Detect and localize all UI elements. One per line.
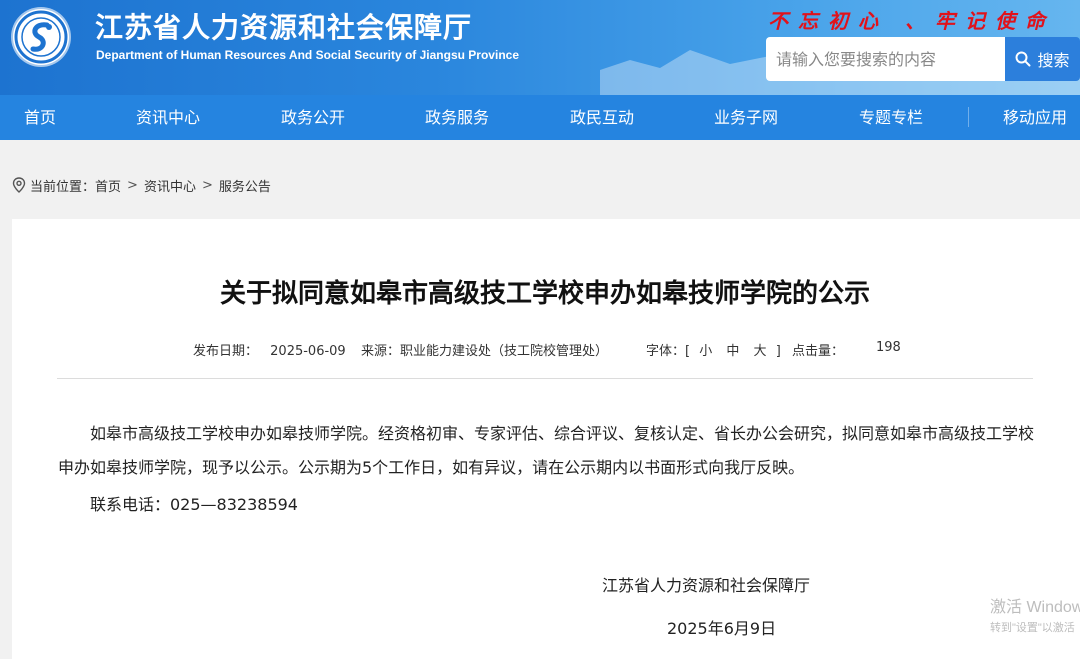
nav-item-public-affairs[interactable]: 政务公开 xyxy=(281,95,345,140)
publish-date-label: 发布日期： xyxy=(193,344,259,359)
hit-count: 点击量： xyxy=(792,340,844,359)
contact-phone: 联系电话：025—83238594 xyxy=(90,495,298,514)
main-nav: 首页 资讯中心 政务公开 政务服务 政民互动 业务子网 专题专栏 移动应用 xyxy=(0,95,1080,140)
font-medium-button[interactable]: 中 xyxy=(726,344,739,359)
search-button[interactable]: 搜索 xyxy=(1005,37,1080,81)
hit-count-label: 点击量： xyxy=(792,344,845,359)
signature-org: 江苏省人力资源和社会保障厅 xyxy=(602,576,811,595)
nav-item-topics[interactable]: 专题专栏 xyxy=(859,95,923,140)
site-subtitle: Department of Human Resources And Social… xyxy=(96,48,519,62)
nav-item-home[interactable]: 首页 xyxy=(24,95,56,140)
breadcrumb-news[interactable]: 资讯中心 xyxy=(144,176,196,195)
watermark-line1: 激活 Window xyxy=(990,599,1080,616)
logo-emblem-icon xyxy=(14,10,68,64)
search-icon xyxy=(1015,51,1031,67)
search-box: 搜索 xyxy=(766,37,1080,81)
source-value: 职业能力建设处（技工院校管理处） xyxy=(400,344,609,359)
font-size-control: 字体：[ 小 中 大 ] xyxy=(646,340,781,359)
breadcrumb-separator: > xyxy=(201,177,213,193)
font-small-button[interactable]: 小 xyxy=(699,344,712,359)
article-body: 如皋市高级技工学校申办如皋技师学院。经资格初审、专家评估、综合评议、复核认定、省… xyxy=(58,424,1035,477)
meta-divider xyxy=(57,378,1033,379)
search-input[interactable] xyxy=(766,37,1005,81)
source-label: 来源： xyxy=(361,344,401,359)
publish-date-value: 2025-06-09 xyxy=(270,344,346,359)
breadcrumb-home[interactable]: 首页 xyxy=(95,176,121,195)
site-header: 江苏省人力资源和社会保障厅 Department of Human Resour… xyxy=(0,0,1080,95)
breadcrumb-separator: > xyxy=(127,177,138,193)
font-size-label: 字体： xyxy=(646,344,686,359)
breadcrumb-prefix: 当前位置： xyxy=(30,179,96,195)
font-bracket-open: [ xyxy=(685,344,691,359)
activation-watermark: 激活 Window 转到"设置"以激活 xyxy=(990,593,1080,635)
hit-count-value: 198 xyxy=(876,340,901,355)
publish-date: 发布日期： 2025-06-09 xyxy=(193,340,346,359)
breadcrumb: 当前位置： 首页 > 资讯中心 > 服务公告 xyxy=(12,176,271,195)
article-source: 来源：职业能力建设处（技工院校管理处） xyxy=(361,340,608,359)
site-logo[interactable] xyxy=(13,9,69,65)
watermark-line2: 转到"设置"以激活 xyxy=(990,622,1075,634)
font-large-button[interactable]: 大 xyxy=(754,344,767,359)
search-button-label: 搜索 xyxy=(1037,51,1070,70)
nav-divider xyxy=(968,107,969,127)
breadcrumb-service-notice[interactable]: 服务公告 xyxy=(219,176,271,195)
nav-item-interaction[interactable]: 政民互动 xyxy=(570,95,634,140)
slogan: 不忘初心 、牢记使命 xyxy=(768,9,1055,33)
nav-item-mobile[interactable]: 移动应用 xyxy=(1003,95,1067,140)
location-pin-icon xyxy=(12,177,26,193)
nav-item-news[interactable]: 资讯中心 xyxy=(136,95,200,140)
site-title: 江苏省人力资源和社会保障厅 xyxy=(95,11,473,44)
nav-item-subsites[interactable]: 业务子网 xyxy=(714,95,778,140)
article-title: 关于拟同意如皋市高级技工学校申办如皋技师学院的公示 xyxy=(219,279,870,309)
nav-item-gov-services[interactable]: 政务服务 xyxy=(425,95,489,140)
font-bracket-close: ] xyxy=(775,344,781,359)
signature-date: 2025年6月9日 xyxy=(667,619,777,638)
